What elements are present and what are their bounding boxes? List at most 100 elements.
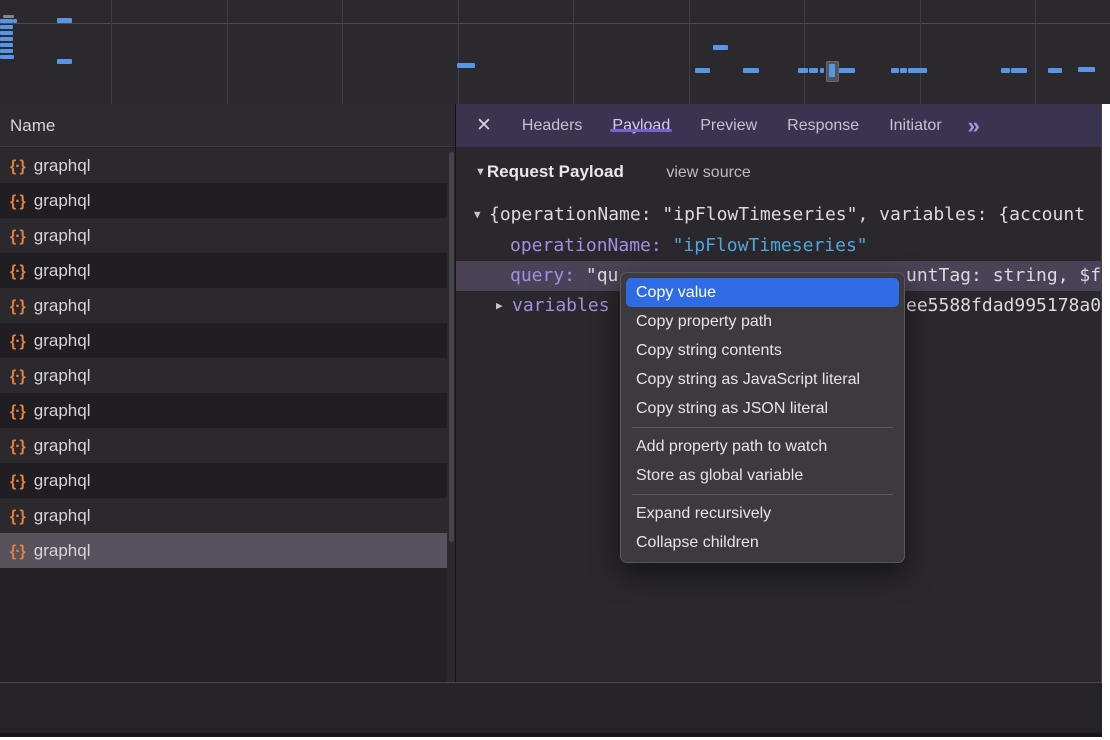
request-timeline-bar bbox=[798, 68, 808, 73]
json-fetch-icon: {·} bbox=[10, 184, 25, 219]
property-key: variables bbox=[512, 291, 610, 321]
waterfall-gridline bbox=[342, 0, 343, 104]
tab-preview[interactable]: Preview bbox=[700, 117, 757, 134]
menu-item-collapse-children[interactable]: Collapse children bbox=[626, 528, 899, 557]
property-key: query: bbox=[510, 265, 586, 286]
menu-item-copy-value[interactable]: Copy value bbox=[626, 278, 899, 307]
request-name-label: graphql bbox=[34, 226, 91, 245]
request-name-label: graphql bbox=[34, 436, 91, 455]
request-timeline-bar bbox=[1011, 68, 1027, 73]
json-fetch-icon: {·} bbox=[10, 429, 25, 464]
section-title: Request Payload bbox=[487, 162, 624, 181]
request-row-graphql[interactable]: {·} graphql bbox=[0, 428, 455, 463]
tab-payload[interactable]: Payload bbox=[612, 117, 670, 134]
request-payload-section-header[interactable]: ▼Request Payload view source bbox=[456, 162, 1110, 194]
view-source-link[interactable]: view source bbox=[666, 164, 750, 181]
column-header-name[interactable]: Name bbox=[0, 104, 455, 147]
request-timeline-bar bbox=[900, 68, 907, 73]
tab-response[interactable]: Response bbox=[787, 117, 859, 134]
menu-item-copy-string-contents[interactable]: Copy string contents bbox=[626, 336, 899, 365]
request-timeline-bar bbox=[820, 68, 824, 73]
json-fetch-icon: {·} bbox=[10, 499, 25, 534]
request-row-graphql[interactable]: {·} graphql bbox=[0, 288, 455, 323]
waterfall-gridline bbox=[1035, 0, 1036, 104]
request-timeline-bar bbox=[695, 68, 710, 73]
expand-triangle-icon[interactable]: ▼ bbox=[474, 200, 481, 230]
json-fetch-icon: {·} bbox=[10, 359, 25, 394]
waterfall-gridline bbox=[804, 0, 805, 104]
request-name-label: graphql bbox=[34, 261, 91, 280]
json-fetch-icon: {·} bbox=[10, 149, 25, 184]
request-timeline-bar bbox=[713, 45, 728, 50]
request-name-label: graphql bbox=[34, 471, 91, 490]
payload-summary-text: {operationName: "ipFlowTimeseries", vari… bbox=[489, 200, 1085, 230]
request-timeline-bar bbox=[0, 43, 13, 47]
json-fetch-icon: {·} bbox=[10, 534, 25, 569]
detail-tabbar: ✕ Headers Payload Preview Response Initiator… bbox=[456, 104, 1102, 147]
request-timeline-bar bbox=[0, 19, 13, 23]
menu-separator bbox=[632, 494, 893, 495]
request-timeline-bar bbox=[908, 68, 927, 73]
status-footer bbox=[0, 683, 1102, 733]
menu-item-expand-recursively[interactable]: Expand recursively bbox=[626, 499, 899, 528]
selected-request-bar bbox=[829, 64, 835, 77]
menu-item-copy-property-path[interactable]: Copy property path bbox=[626, 307, 899, 336]
request-name-label: graphql bbox=[34, 296, 91, 315]
request-timeline-bar bbox=[13, 19, 17, 23]
request-row-graphql[interactable]: {·} graphql bbox=[0, 533, 455, 568]
request-timeline-bar bbox=[743, 68, 759, 73]
json-fetch-icon: {·} bbox=[10, 254, 25, 289]
network-overview-waterfall[interactable] bbox=[0, 0, 1110, 105]
menu-item-add-property-path-to-watch[interactable]: Add property path to watch bbox=[626, 432, 899, 461]
request-name-label: graphql bbox=[34, 366, 91, 385]
property-value-right: ee5588fdad995178a0 bbox=[906, 291, 1101, 321]
json-fetch-icon: {·} bbox=[10, 289, 25, 324]
request-timeline-bar bbox=[1048, 68, 1062, 73]
waterfall-gridline bbox=[111, 0, 112, 104]
request-timeline-bar bbox=[0, 31, 13, 35]
request-row-graphql[interactable]: {·} graphql bbox=[0, 183, 455, 218]
request-name-label: graphql bbox=[34, 506, 91, 525]
request-timeline-bar bbox=[3, 15, 14, 18]
tab-initiator[interactable]: Initiator bbox=[889, 117, 941, 134]
context-menu: Copy valueCopy property pathCopy string … bbox=[620, 272, 905, 563]
request-row-graphql[interactable]: {·}graphql bbox=[0, 323, 455, 358]
close-icon[interactable]: ✕ bbox=[476, 114, 492, 137]
request-name-label: graphql bbox=[34, 156, 91, 175]
request-timeline-bar bbox=[57, 59, 72, 64]
property-value-left: "qu bbox=[586, 265, 619, 286]
request-row-graphql[interactable]: {·} graphql bbox=[0, 498, 455, 533]
more-tabs-icon[interactable]: » bbox=[968, 113, 978, 139]
json-fetch-icon: {·} bbox=[10, 394, 25, 429]
request-row-graphql[interactable]: {·}graphql bbox=[0, 218, 455, 253]
request-row-graphql[interactable]: {·} graphql bbox=[0, 393, 455, 428]
property-value-right: untTag: string, $f bbox=[906, 261, 1101, 291]
request-name-label: graphql bbox=[34, 191, 91, 210]
request-row-graphql[interactable]: {·} graphql bbox=[0, 463, 455, 498]
menu-item-store-as-global-variable[interactable]: Store as global variable bbox=[626, 461, 899, 490]
request-timeline-bar bbox=[809, 68, 818, 73]
expand-arrow-icon[interactable]: ▶ bbox=[496, 291, 503, 321]
property-value: "ipFlowTimeseries" bbox=[673, 235, 868, 256]
menu-item-copy-string-as-json-literal[interactable]: Copy string as JSON literal bbox=[626, 394, 899, 423]
waterfall-baseline bbox=[0, 23, 1110, 24]
request-row-graphql[interactable]: {·} graphql bbox=[0, 148, 455, 183]
request-name-label: graphql bbox=[34, 401, 91, 420]
request-name-label: graphql bbox=[34, 541, 91, 560]
request-row-graphql[interactable]: {·} graphql bbox=[0, 253, 455, 288]
tab-headers[interactable]: Headers bbox=[522, 117, 582, 134]
json-fetch-icon: {·} bbox=[10, 464, 25, 499]
waterfall-gridline bbox=[227, 0, 228, 104]
payload-row-operationName[interactable]: operationName: "ipFlowTimeseries" bbox=[456, 231, 1102, 261]
menu-item-copy-string-as-javascript-literal[interactable]: Copy string as JavaScript literal bbox=[626, 365, 899, 394]
request-timeline-bar bbox=[1001, 68, 1010, 73]
payload-summary-row[interactable]: ▼ {operationName: "ipFlowTimeseries", va… bbox=[456, 200, 1102, 230]
request-row-graphql[interactable]: {·} graphql bbox=[0, 358, 455, 393]
list-scrollbar-thumb[interactable] bbox=[449, 152, 454, 542]
waterfall-gridline bbox=[920, 0, 921, 104]
selected-request-marker[interactable] bbox=[826, 61, 839, 82]
column-header-label: Name bbox=[10, 116, 55, 135]
request-timeline-bar bbox=[57, 18, 72, 23]
request-name-label: graphql bbox=[34, 331, 91, 350]
request-timeline-bar bbox=[0, 37, 13, 41]
